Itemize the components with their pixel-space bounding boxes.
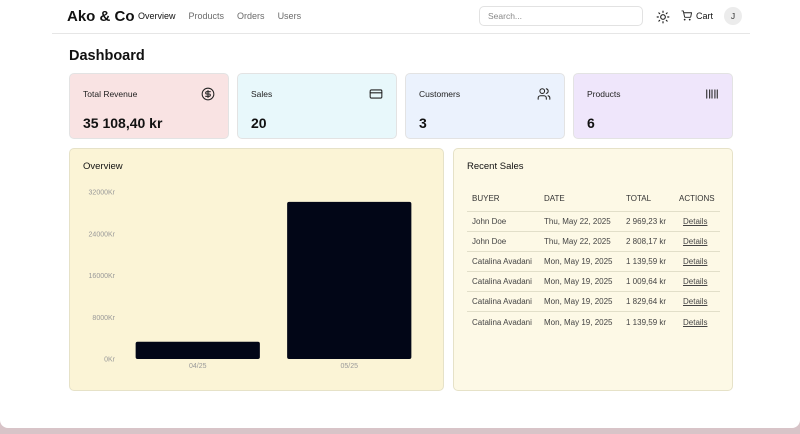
details-link[interactable]: Details: [674, 271, 720, 293]
stat-value: 20: [251, 115, 267, 131]
page: Ako & Co Overview Products Orders Users …: [0, 0, 800, 428]
barcode-icon: [706, 89, 718, 99]
table-row: Catalina Avadani Mon, May 19, 2025 1 139…: [467, 312, 720, 332]
date-cell: Thu, May 22, 2025: [539, 211, 621, 232]
table-row: Catalina Avadani Mon, May 19, 2025 1 009…: [467, 271, 720, 293]
page-title: Dashboard: [69, 48, 145, 64]
stat-label: Sales: [251, 89, 273, 99]
details-link[interactable]: Details: [674, 291, 720, 313]
date-cell: Mon, May 19, 2025: [539, 291, 621, 313]
y-tick-label: 24000Kr: [89, 231, 116, 238]
stat-value: 3: [419, 115, 427, 131]
buyer-cell: Catalina Avadani: [472, 317, 532, 327]
y-tick-label: 8000Kr: [92, 315, 115, 322]
column-header-date: DATE: [539, 187, 621, 212]
cart-icon: [681, 10, 692, 21]
table-row: Catalina Avadani Mon, May 19, 2025 1 139…: [467, 251, 720, 273]
nav-orders[interactable]: Orders: [237, 11, 265, 21]
date-cell: Thu, May 22, 2025: [539, 231, 621, 252]
column-header-actions: ACTIONS: [674, 187, 720, 212]
date-cell: Mon, May 19, 2025: [544, 317, 613, 327]
date-cell: Mon, May 19, 2025: [539, 251, 621, 273]
total-cell: 1 829,64 kr: [621, 291, 674, 313]
buyer-cell: John Doe: [467, 231, 539, 252]
recent-sales-table: BUYER DATE TOTAL ACTIONS John Doe Thu, M…: [467, 187, 720, 332]
stat-label: Total Revenue: [83, 89, 138, 99]
nav-products[interactable]: Products: [189, 11, 225, 21]
chart-bar[interactable]: [287, 201, 412, 359]
x-tick-label: 05/25: [340, 363, 358, 370]
details-link[interactable]: Details: [674, 231, 720, 252]
nav-overview[interactable]: Overview: [138, 11, 176, 21]
buyer-cell: Catalina Avadani: [467, 271, 539, 293]
column-header-buyer: BUYER: [467, 187, 539, 212]
stat-label: Customers: [419, 89, 461, 99]
cart-label: Cart: [696, 10, 714, 21]
details-link[interactable]: Details: [674, 211, 720, 232]
table-row: John Doe Thu, May 22, 2025 2 969,23 kr D…: [467, 211, 720, 232]
buyer-cell: Catalina Avadani: [467, 291, 539, 313]
nav-users[interactable]: Users: [278, 11, 302, 21]
column-header-total: TOTAL: [621, 187, 674, 212]
table-header-row: BUYER DATE TOTAL ACTIONS: [467, 187, 720, 212]
details-link[interactable]: Details: [674, 312, 720, 332]
stat-card-products: Products 6: [573, 73, 733, 139]
total-cell: 2 969,23 kr: [621, 211, 674, 232]
y-tick-label: 0Kr: [104, 357, 116, 364]
table-row: Catalina Avadani Mon, May 19, 2025 1 829…: [467, 291, 720, 313]
stat-value: 6: [587, 115, 595, 131]
y-tick-label: 32000Kr: [89, 190, 116, 197]
nav-links: Overview Products Orders Users: [138, 11, 301, 21]
x-tick-label: 04/25: [189, 363, 207, 370]
total-cell: 1 009,64 kr: [621, 271, 674, 293]
buyer-cell: John Doe: [467, 211, 539, 232]
search-input[interactable]: [479, 6, 643, 26]
dollar-circle-icon: [201, 87, 215, 101]
chart-bar[interactable]: [135, 341, 260, 359]
overview-panel: Overview 0Kr 8000Kr 16000Kr 24000Kr 32000Kr 0…: [69, 148, 444, 391]
cart-button[interactable]: Cart: [681, 10, 713, 21]
brand-logo[interactable]: Ako & Co: [67, 8, 135, 25]
recent-sales-title: Recent Sales: [467, 161, 524, 172]
stat-card-sales: Sales 20: [237, 73, 397, 139]
stat-value: 35 108,40 kr: [83, 115, 163, 131]
stat-card-customers: Customers 3: [405, 73, 565, 139]
total-cell: 1 139,59 kr: [626, 317, 667, 327]
users-icon: [537, 88, 551, 100]
sun-icon[interactable]: [656, 10, 670, 24]
details-link[interactable]: Details: [674, 251, 720, 273]
stat-label: Products: [587, 89, 621, 99]
recent-sales-panel: Recent Sales BUYER DATE TOTAL ACTIONS Jo…: [453, 148, 733, 391]
buyer-cell: Catalina Avadani: [467, 251, 539, 273]
credit-card-icon: [369, 89, 383, 99]
y-tick-label: 16000Kr: [89, 273, 116, 280]
date-cell: Mon, May 19, 2025: [539, 271, 621, 293]
table-row: John Doe Thu, May 22, 2025 2 808,17 kr D…: [467, 231, 720, 252]
overview-chart: 0Kr 8000Kr 16000Kr 24000Kr 32000Kr 04/25 05/25: [89, 190, 412, 370]
stat-card-total-revenue: Total Revenue 35 108,40 kr: [69, 73, 229, 139]
total-cell: 2 808,17 kr: [621, 231, 674, 252]
total-cell: 1 139,59 kr: [621, 251, 674, 273]
top-nav: Ako & Co Overview Products Orders Users …: [52, 0, 750, 34]
avatar[interactable]: J: [724, 7, 742, 25]
